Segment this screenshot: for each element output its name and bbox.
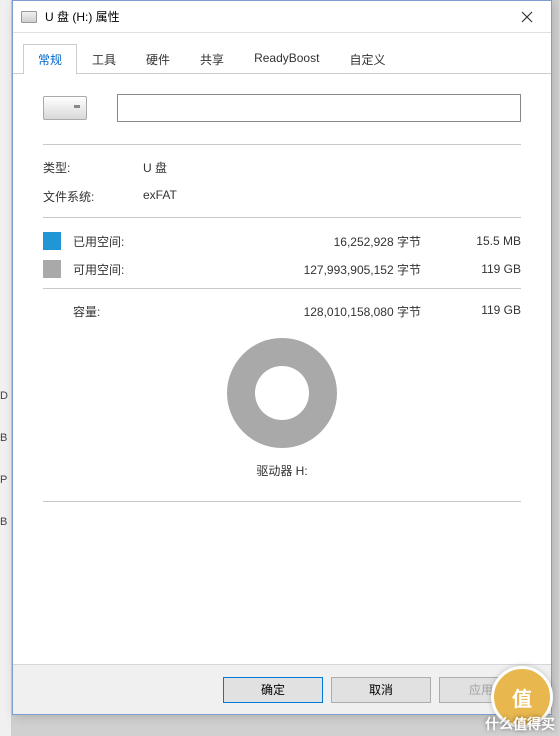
separator xyxy=(43,501,521,502)
tab-custom[interactable]: 自定义 xyxy=(334,44,400,74)
close-icon xyxy=(521,11,533,23)
free-human: 119 GB xyxy=(451,262,521,276)
close-button[interactable] xyxy=(504,3,549,31)
button-bar: 确定 取消 应用(A) xyxy=(13,664,551,714)
apply-button[interactable]: 应用(A) xyxy=(439,677,539,703)
watermark-text: 什么值得买 xyxy=(485,714,555,734)
filesystem-value: exFAT xyxy=(143,188,177,205)
tab-content-general: 类型: U 盘 文件系统: exFAT 已用空间: 16,252,928 字节 … xyxy=(13,74,551,526)
used-swatch-icon xyxy=(43,232,61,250)
tab-tools[interactable]: 工具 xyxy=(77,44,131,74)
tab-sharing[interactable]: 共享 xyxy=(185,44,239,74)
separator xyxy=(43,144,521,145)
used-human: 15.5 MB xyxy=(451,234,521,248)
free-swatch-icon xyxy=(43,260,61,278)
separator xyxy=(43,217,521,218)
free-label: 可用空间: xyxy=(73,261,151,278)
type-value: U 盘 xyxy=(143,159,167,176)
capacity-bytes: 128,010,158,080 字节 xyxy=(151,303,451,320)
tab-general[interactable]: 常规 xyxy=(23,44,77,74)
drive-large-icon xyxy=(43,96,87,120)
usage-chart: 驱动器 H: xyxy=(43,338,521,479)
capacity-label: 容量: xyxy=(43,303,151,320)
pie-chart-icon xyxy=(227,338,337,448)
drive-icon xyxy=(21,11,37,23)
drive-label: 驱动器 H: xyxy=(43,462,521,479)
titlebar: U 盘 (H:) 属性 xyxy=(13,1,551,33)
tab-bar: 常规 工具 硬件 共享 ReadyBoost 自定义 xyxy=(13,33,551,74)
used-label: 已用空间: xyxy=(73,233,151,250)
ok-button[interactable]: 确定 xyxy=(223,677,323,703)
background-strip: DBPB xyxy=(0,0,12,736)
used-bytes: 16,252,928 字节 xyxy=(151,233,451,250)
volume-label-input[interactable] xyxy=(117,94,521,122)
tab-hardware[interactable]: 硬件 xyxy=(131,44,185,74)
window-title: U 盘 (H:) 属性 xyxy=(45,8,504,25)
filesystem-label: 文件系统: xyxy=(43,188,143,205)
separator xyxy=(43,288,521,289)
type-label: 类型: xyxy=(43,159,143,176)
properties-dialog: U 盘 (H:) 属性 常规 工具 硬件 共享 ReadyBoost 自定义 类… xyxy=(12,0,552,715)
tab-readyboost[interactable]: ReadyBoost xyxy=(239,44,334,74)
cancel-button[interactable]: 取消 xyxy=(331,677,431,703)
free-bytes: 127,993,905,152 字节 xyxy=(151,261,451,278)
capacity-human: 119 GB xyxy=(451,303,521,320)
